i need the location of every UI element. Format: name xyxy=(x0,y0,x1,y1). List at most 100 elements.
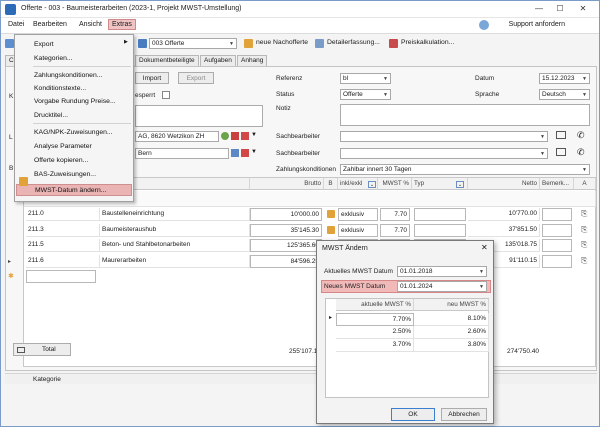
menu-item-kategorien[interactable]: Kategorien... xyxy=(16,53,132,65)
menu-item-analyse-parameter[interactable]: Analyse Parameter xyxy=(16,141,132,153)
attachment-icon[interactable]: ⎘ xyxy=(581,209,587,219)
grid-cell-brutto[interactable]: 125'365.60 xyxy=(250,239,322,252)
grid-cell-empty[interactable] xyxy=(542,223,572,237)
new-nachofferte-button[interactable]: neue Nachofferte xyxy=(256,39,308,46)
chevron-down-icon[interactable]: ⌄ xyxy=(456,181,464,188)
mwst-cell-current[interactable]: 3.70% xyxy=(336,339,414,352)
col-new-header[interactable]: neu MWST % xyxy=(414,299,489,311)
grid-cell-empty[interactable] xyxy=(542,208,572,221)
grid-cell-code[interactable]: 211.0 xyxy=(26,208,100,221)
grid-cell-empty[interactable] xyxy=(542,254,572,268)
import-button[interactable]: Import xyxy=(135,72,169,84)
grid-cell-brutto[interactable]: 35'145.30 xyxy=(250,223,322,237)
grid-header-b[interactable]: B xyxy=(324,178,338,190)
support-button[interactable]: Support anfordern xyxy=(509,21,565,28)
grid-cell-netto[interactable]: 37'851.50 xyxy=(468,223,540,237)
mail-icon[interactable] xyxy=(556,131,566,139)
menu-extras[interactable]: Extras xyxy=(108,19,136,30)
menu-item-kag-npk[interactable]: KAG/NPK-Zuweisungen... xyxy=(16,127,132,139)
grid-cell-inkl[interactable]: exklusiv xyxy=(338,208,378,221)
notes-icon[interactable] xyxy=(327,210,335,218)
grid-cell-netto[interactable]: 10'770.00 xyxy=(468,208,540,221)
maximize-button[interactable]: ☐ xyxy=(554,3,566,15)
grid-cell-empty[interactable] xyxy=(414,208,466,221)
dialog-close-icon[interactable]: ✕ xyxy=(481,243,488,252)
sachbearbeiter1-combo[interactable]: ▼ xyxy=(340,131,548,142)
grid-cell-mwst[interactable]: 7.70 xyxy=(380,223,410,237)
menu-item-vorgabe-rundung[interactable]: Vorgabe Rundung Preise... xyxy=(16,96,132,108)
menu-item-bas-zuweisungen[interactable]: BAS-Zuweisungen... xyxy=(16,169,132,181)
grid-cell-code[interactable]: 211.5 xyxy=(26,239,100,252)
chevron-down-icon[interactable]: ▼ xyxy=(251,149,259,157)
address-field[interactable]: AG, 8620 Wetzikon ZH xyxy=(135,131,219,142)
grid-cell-inkl[interactable]: exklusiv xyxy=(338,223,378,237)
address-text[interactable] xyxy=(135,105,263,127)
zahlung-combo[interactable]: Zahlbar innert 30 Tagen ▼ xyxy=(340,164,590,175)
grid-cell-brutto[interactable]: 84'596.25 xyxy=(250,254,322,268)
tab-anhang[interactable]: Anhang xyxy=(237,55,267,66)
new-date-combo[interactable]: 01.01.2024 ▼ xyxy=(397,281,487,292)
new-row-input[interactable] xyxy=(26,270,96,283)
menu-item-mwst-datum[interactable]: MWST-Datum ändern... xyxy=(16,184,132,196)
phone-icon[interactable]: ✆ xyxy=(577,147,585,158)
person-icon[interactable] xyxy=(221,132,229,140)
notiz-field[interactable] xyxy=(340,104,590,126)
offerte-combo[interactable]: 003 Offerte ▼ xyxy=(149,38,237,49)
attachment-icon[interactable]: ⎘ xyxy=(581,225,587,235)
card-blue-icon[interactable] xyxy=(231,149,239,157)
total-button[interactable]: Total xyxy=(13,343,71,356)
col-current-header[interactable]: aktuelle MWST % xyxy=(336,299,414,311)
chevron-down-icon[interactable]: ▼ xyxy=(251,132,259,140)
menu-item-export[interactable]: Export xyxy=(16,39,132,51)
grid-cell-desc[interactable]: Maurerarbeiten xyxy=(100,254,250,268)
current-date-combo[interactable]: 01.01.2018 ▼ xyxy=(397,266,487,277)
preiskalkulation-button[interactable]: Preiskalkulation... xyxy=(401,39,454,46)
card-icon[interactable] xyxy=(241,132,249,140)
menu-item-offerte-kopieren[interactable]: Offerte kopieren... xyxy=(16,155,132,167)
grid-cell-desc[interactable]: Beton- und Stahlbetonarbeiten xyxy=(100,239,250,252)
mwst-cell-new[interactable]: 2.60% xyxy=(414,326,489,339)
grid-header-netto[interactable]: Netto xyxy=(496,178,540,190)
grid-cell-empty[interactable] xyxy=(414,223,466,237)
mwst-cell-current[interactable]: 2.50% xyxy=(336,326,414,339)
grid-header-brutto[interactable]: Brutto xyxy=(250,178,324,190)
grid-header-mwst[interactable]: MWST % xyxy=(378,178,412,190)
notes-icon[interactable] xyxy=(327,225,335,234)
gesperrt-checkbox[interactable] xyxy=(162,91,170,99)
ok-button[interactable]: OK xyxy=(391,408,435,421)
menu-item-drucktitel[interactable]: Drucktitel... xyxy=(16,110,132,122)
grid-cell-desc[interactable]: Baustelleneinrichtung xyxy=(100,208,250,221)
tab-dokumentbeteiligte[interactable]: Dokumentbeteiligte xyxy=(135,55,199,66)
attachment-icon[interactable]: ⎘ xyxy=(581,256,587,266)
phone-icon[interactable]: ✆ xyxy=(577,130,585,141)
attachment-icon[interactable]: ⎘ xyxy=(581,240,587,250)
card-icon[interactable] xyxy=(241,149,249,157)
minimize-button[interactable]: — xyxy=(533,3,545,15)
cancel-button[interactable]: Abbrechen xyxy=(441,408,487,421)
mwst-cell-new[interactable]: 3.80% xyxy=(414,339,489,352)
mwst-cell-current[interactable]: 7.70% xyxy=(336,313,414,326)
grid-cell-desc[interactable]: Baumeisteraushub xyxy=(100,223,250,237)
card-red-icon[interactable] xyxy=(231,132,239,140)
menu-datei[interactable]: Datei xyxy=(6,21,26,28)
detailerfassung-button[interactable]: Detailerfassung... xyxy=(327,39,380,46)
menu-item-zahlungskonditionen[interactable]: Zahlungskonditionen... xyxy=(16,70,132,82)
grid-cell-code[interactable]: 211.6 xyxy=(26,254,100,268)
tab-aufgaben[interactable]: Aufgaben xyxy=(200,55,236,66)
menu-bearbeiten[interactable]: Bearbeiten xyxy=(31,21,69,28)
bern-field[interactable]: Bern xyxy=(135,148,229,159)
grid-header-bemerk[interactable]: Bemerk... xyxy=(540,178,574,190)
grid-cell-empty[interactable] xyxy=(542,239,572,252)
sprache-combo[interactable]: Deutsch ▼ xyxy=(539,89,590,100)
export-button[interactable]: Export xyxy=(178,72,214,84)
datum-combo[interactable]: 15.12.2023 ▼ xyxy=(539,73,590,84)
mail-icon[interactable] xyxy=(556,148,566,156)
chevron-down-icon[interactable]: ⌄ xyxy=(368,181,376,188)
close-button[interactable]: ✕ xyxy=(577,3,589,15)
grid-cell-mwst[interactable]: 7.70 xyxy=(380,208,410,221)
menu-item-konditionstexte[interactable]: Konditionstexte... xyxy=(16,83,132,95)
sachbearbeiter2-combo[interactable]: ▼ xyxy=(340,148,548,159)
mwst-cell-new[interactable]: 8.10% xyxy=(414,313,489,326)
menu-ansicht[interactable]: Ansicht xyxy=(77,21,104,28)
save-icon[interactable] xyxy=(5,39,14,48)
